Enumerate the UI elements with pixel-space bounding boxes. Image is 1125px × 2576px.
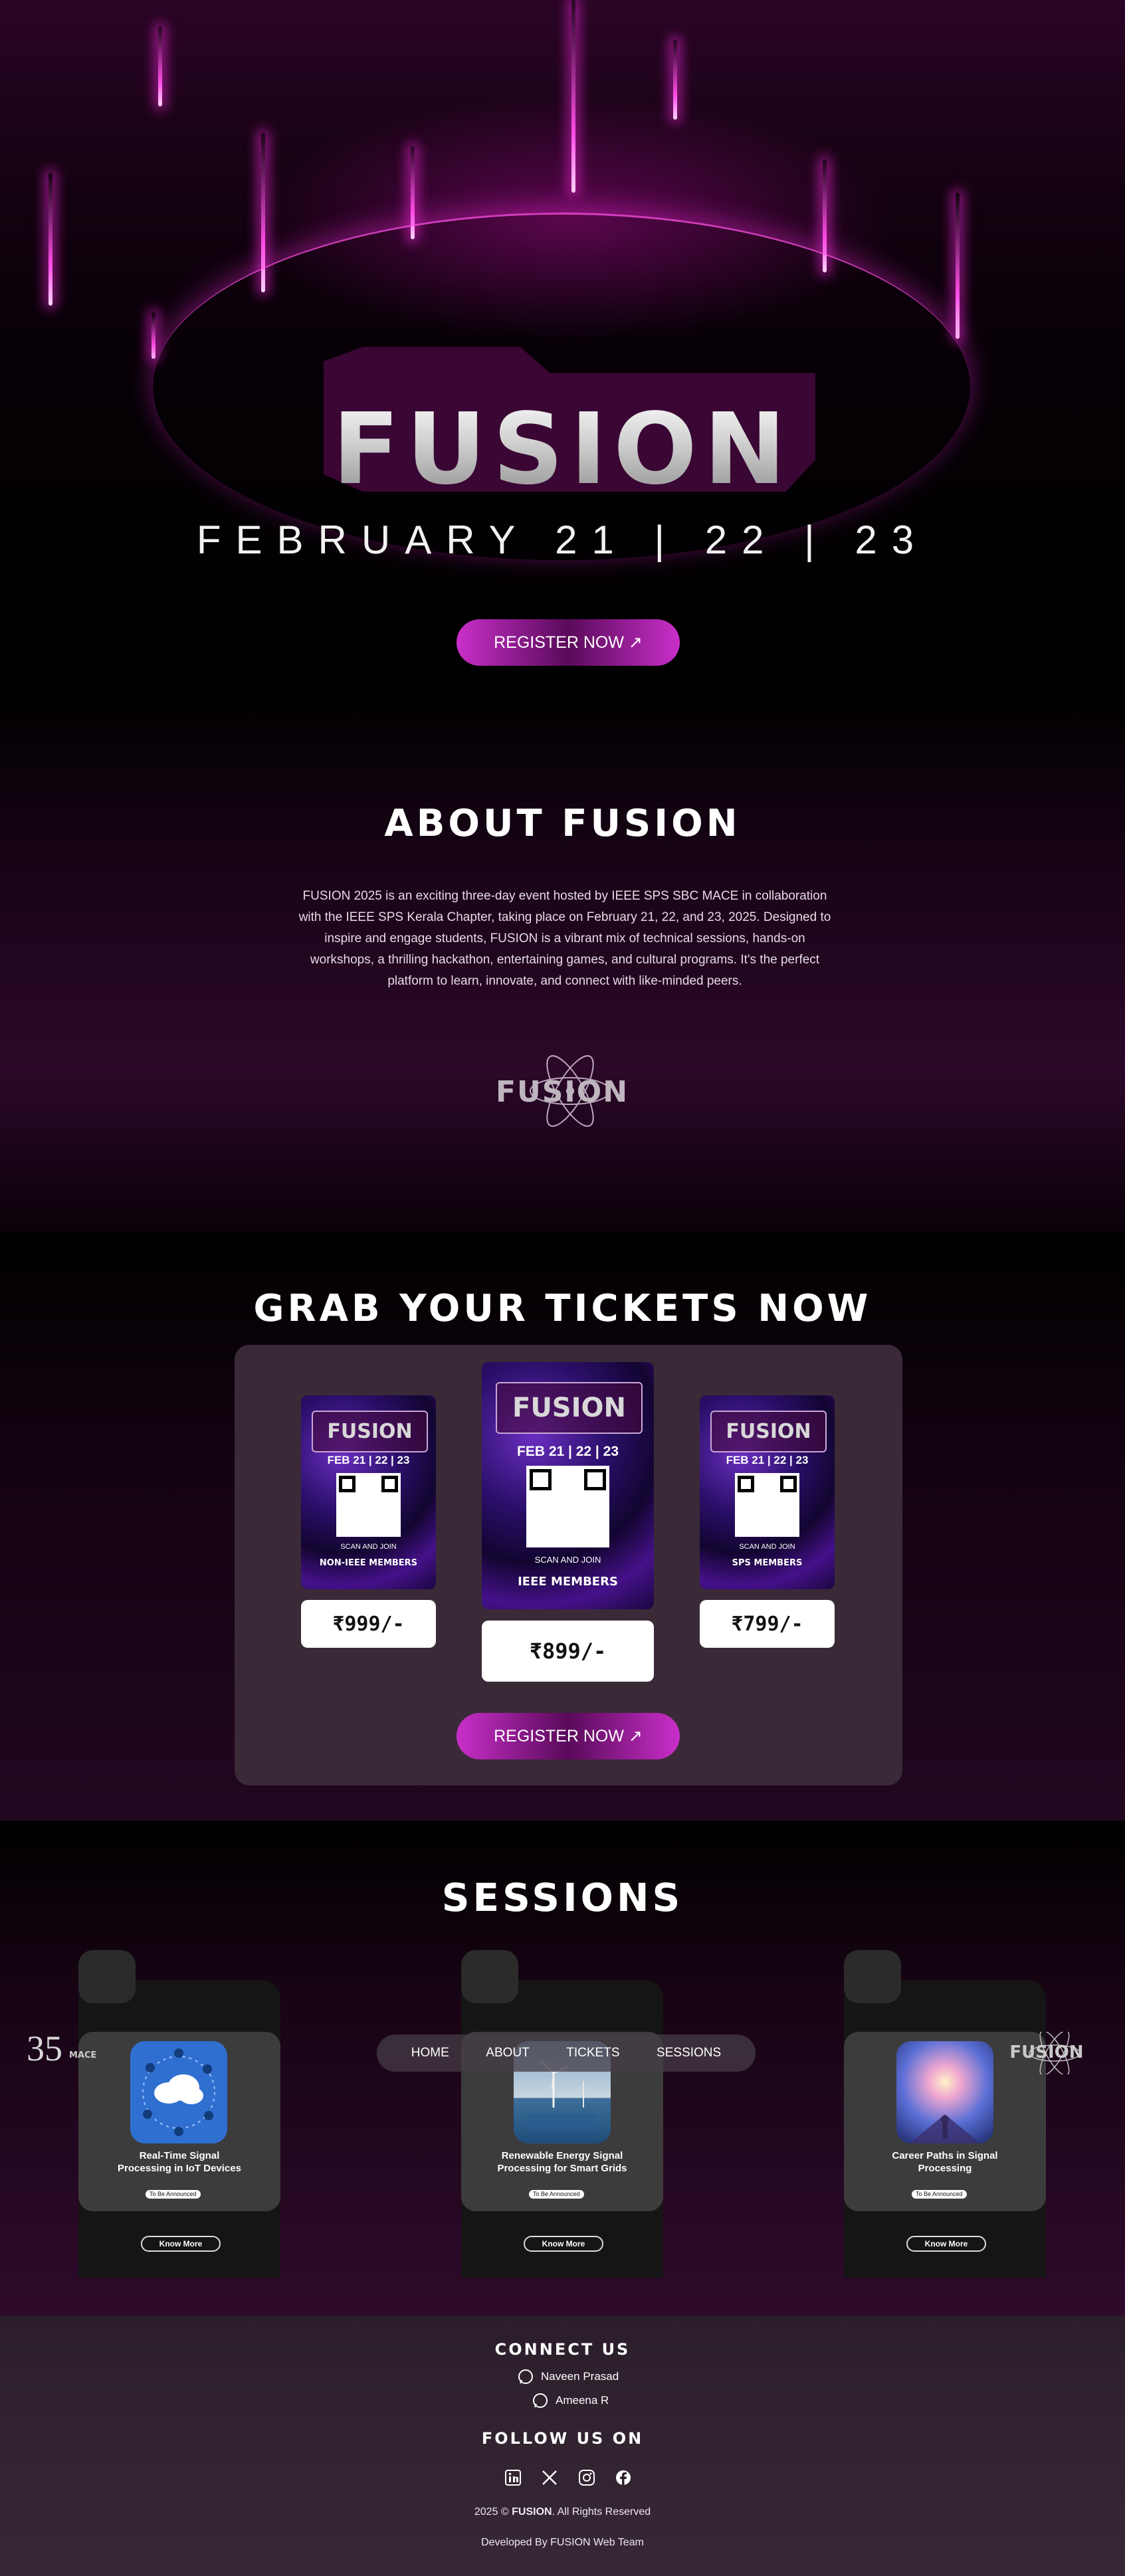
nav-sessions[interactable]: SESSIONS xyxy=(657,2046,721,2060)
about-line: inspire and engage students, FUSION is a… xyxy=(324,932,805,945)
ticket-logo: FUSION xyxy=(710,1411,827,1452)
ticket-logo: FUSION xyxy=(312,1411,428,1452)
light-beam xyxy=(571,0,575,193)
light-beam xyxy=(152,312,155,359)
fusion-atom-emblem: FUSION xyxy=(487,1050,637,1130)
session-title: Renewable Energy Signal Processing for S… xyxy=(497,2150,627,2174)
contact-name: Naveen Prasad xyxy=(541,2370,619,2383)
facebook-icon[interactable] xyxy=(613,2468,633,2488)
copyright-brand: FUSION xyxy=(512,2506,552,2518)
register-button[interactable]: REGISTER NOW ↗ xyxy=(457,619,680,666)
mace-logo-text: MACE xyxy=(69,2050,97,2060)
contact-naveen[interactable]: Naveen Prasad xyxy=(517,2368,619,2385)
know-more-button[interactable]: Know More xyxy=(524,2236,603,2252)
linkedin-icon[interactable] xyxy=(503,2468,523,2488)
about-description: FUSION 2025 is an exciting three-day eve… xyxy=(269,886,861,992)
session-badge: To Be Announced xyxy=(912,2190,967,2199)
nav-bar: HOME ABOUT TICKETS SESSIONS xyxy=(377,2034,756,2072)
tickets-title: GRAB YOUR TICKETS NOW xyxy=(253,1287,872,1330)
nav-home[interactable]: HOME xyxy=(411,2046,449,2060)
tickets-register-button[interactable]: REGISTER NOW ↗ xyxy=(457,1713,680,1759)
know-more-button[interactable]: Know More xyxy=(141,2236,221,2252)
emblem-text: FUSION xyxy=(495,1075,629,1109)
contact-name: Ameena R xyxy=(556,2394,609,2407)
ticket-date: FEB 21 | 22 | 23 xyxy=(327,1453,410,1466)
price-ieee: ₹899/- xyxy=(482,1621,654,1682)
whatsapp-icon xyxy=(533,2393,548,2408)
ticket-scan: SCAN AND JOIN xyxy=(534,1555,601,1565)
ticket-card-sps: FUSION FEB 21 | 22 | 23 SCAN AND JOIN SP… xyxy=(700,1395,835,1589)
fusion-nav-logo-text: FUSION xyxy=(1009,2042,1084,2062)
ticket-date: FEB 21 | 22 | 23 xyxy=(517,1443,619,1459)
mace-logo[interactable]: 35 MACE xyxy=(27,2028,105,2072)
session-badge: To Be Announced xyxy=(529,2190,584,2199)
cloud-network-image xyxy=(130,2041,227,2143)
qr-code xyxy=(526,1466,609,1547)
qr-code xyxy=(734,1472,800,1537)
event-dates: FEBRUARY 21 | 22 | 23 xyxy=(196,518,929,562)
ticket-type: NON-IEEE MEMBERS xyxy=(319,1558,418,1569)
card-tab xyxy=(78,1950,136,2003)
about-line: platform to learn, innovate, and connect… xyxy=(387,974,742,988)
ticket-type: SPS MEMBERS xyxy=(732,1558,803,1569)
session-title: Real-Time Signal Processing in IoT Devic… xyxy=(118,2150,241,2174)
fusion-logo: FUSION xyxy=(0,392,1125,506)
about-title: ABOUT FUSION xyxy=(384,802,741,845)
ticket-card-ieee: FUSION FEB 21 | 22 | 23 SCAN AND JOIN IE… xyxy=(482,1362,654,1609)
connect-title: CONNECT US xyxy=(494,2340,631,2359)
ticket-card-non-ieee: FUSION FEB 21 | 22 | 23 SCAN AND JOIN NO… xyxy=(301,1395,436,1589)
qr-code xyxy=(336,1472,401,1537)
follow-title: FOLLOW US ON xyxy=(481,2429,644,2448)
about-line: FUSION 2025 is an exciting three-day eve… xyxy=(302,889,827,903)
fusion-nav-logo[interactable]: FUSION xyxy=(1000,2030,1093,2076)
card-tab xyxy=(461,1950,518,2003)
developed-by: Developed By FUSION Web Team xyxy=(481,2537,644,2548)
light-beam xyxy=(673,40,677,120)
ticket-date: FEB 21 | 22 | 23 xyxy=(726,1453,809,1466)
know-more-button[interactable]: Know More xyxy=(906,2236,986,2252)
price-non-ieee: ₹999/- xyxy=(301,1600,436,1648)
galaxy-person-image xyxy=(896,2041,993,2143)
ticket-scan: SCAN AND JOIN xyxy=(340,1542,397,1551)
session-title: Career Paths in Signal Processing xyxy=(892,2150,998,2174)
light-beam xyxy=(158,27,162,106)
card-tab xyxy=(844,1950,901,2003)
copyright-pre: 2025 © xyxy=(474,2506,512,2518)
nav-tickets[interactable]: TICKETS xyxy=(566,2046,619,2060)
mace-logo-number: 35 xyxy=(27,2029,62,2068)
light-beam xyxy=(956,193,960,339)
whatsapp-icon xyxy=(518,2369,533,2384)
contact-ameena[interactable]: Ameena R xyxy=(532,2392,609,2409)
nav-about[interactable]: ABOUT xyxy=(486,2046,529,2060)
sessions-title: SESSIONS xyxy=(441,1875,684,1920)
copyright-post: . All Rights Reserved xyxy=(552,2506,651,2518)
price-sps: ₹799/- xyxy=(700,1600,835,1648)
ticket-type: IEEE MEMBERS xyxy=(518,1574,618,1589)
about-line: with the IEEE SPS Kerala Chapter, taking… xyxy=(298,910,831,924)
copyright: 2025 © FUSION. All Rights Reserved xyxy=(0,2506,1125,2518)
hero-section: FUSION FEBRUARY 21 | 22 | 23 REGISTER NO… xyxy=(0,0,1125,691)
session-badge: To Be Announced xyxy=(146,2190,201,2199)
ticket-logo: FUSION xyxy=(495,1381,643,1435)
x-icon[interactable] xyxy=(540,2468,560,2488)
ticket-scan: SCAN AND JOIN xyxy=(739,1542,795,1551)
light-beam xyxy=(49,173,52,306)
instagram-icon[interactable] xyxy=(577,2468,597,2488)
about-line: workshops, a thrilling hackathon, entert… xyxy=(310,953,820,967)
